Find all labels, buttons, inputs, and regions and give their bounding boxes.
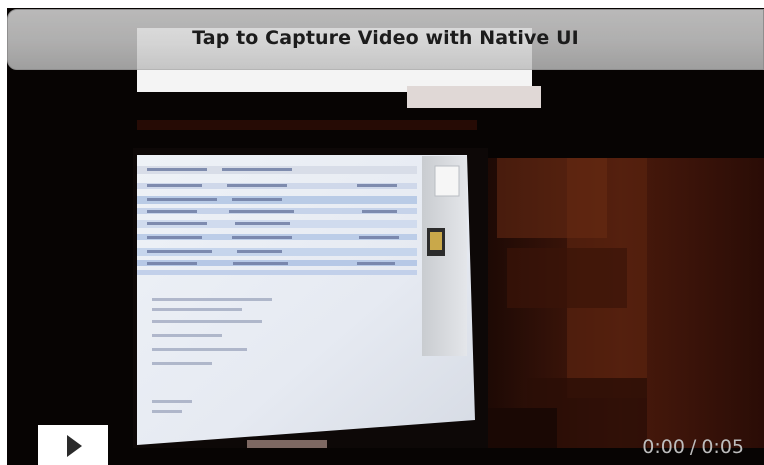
video-frame [7, 8, 764, 465]
capture-screen: Tap to Capture Video with Native UI 0:00… [0, 0, 764, 465]
duration: 0:05 [701, 436, 744, 458]
page-title[interactable]: Tap to Capture Video with Native UI [7, 27, 764, 49]
video-preview[interactable] [7, 8, 764, 465]
play-icon [67, 435, 82, 457]
time-readout: 0:00/0:05 [642, 436, 744, 458]
current-time: 0:00 [642, 436, 685, 458]
play-button[interactable] [38, 425, 108, 465]
time-separator: / [689, 436, 697, 458]
